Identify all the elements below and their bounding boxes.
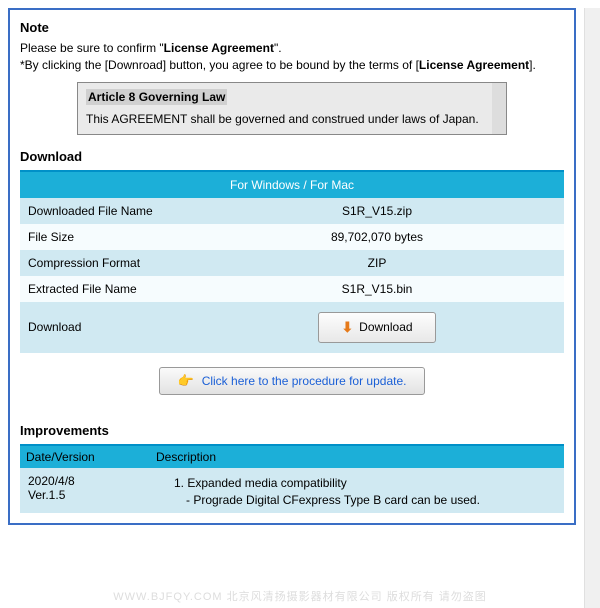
note-section: Note Please be sure to confirm "License … [20, 20, 564, 135]
procedure-row: 👉 Click here to the procedure for update… [20, 353, 564, 409]
download-button[interactable]: ⬇ Download [318, 312, 435, 343]
version-value: Ver.1.5 [28, 488, 142, 502]
row-value: 89,702,070 bytes [190, 224, 564, 250]
improvements-title: Improvements [20, 423, 564, 438]
window-scrollbar[interactable] [584, 8, 600, 608]
improvements-section: Improvements Date/Version Description 20… [20, 423, 564, 513]
row-label: Extracted File Name [20, 276, 190, 302]
download-table: For Windows / For Mac Downloaded File Na… [20, 172, 564, 353]
table-row: File Size 89,702,070 bytes [20, 224, 564, 250]
download-icon: ⬇ [341, 319, 353, 336]
note-line1-pre: Please be sure to confirm " [20, 41, 164, 55]
note-line-2: *By clicking the [Downroad] button, you … [20, 58, 564, 72]
row-label: Compression Format [20, 250, 190, 276]
row-value: ZIP [190, 250, 564, 276]
table-row-download: Download ⬇ Download [20, 302, 564, 353]
note-title: Note [20, 20, 564, 35]
download-cell: ⬇ Download [190, 302, 564, 353]
table-row: Downloaded File Name S1R_V15.zip [20, 198, 564, 224]
desc-item: 1. Expanded media compatibility [174, 474, 556, 493]
download-section: Download For Windows / For Mac Downloade… [20, 149, 564, 409]
procedure-button[interactable]: 👉 Click here to the procedure for update… [159, 367, 426, 395]
row-label: Download [20, 302, 190, 353]
note-line2-pre: *By clicking the [Downroad] button, you … [20, 58, 419, 72]
table-row: Extracted File Name S1R_V15.bin [20, 276, 564, 302]
hand-point-icon: 👉 [178, 373, 194, 389]
table-row: Compression Format ZIP [20, 250, 564, 276]
date-value: 2020/4/8 [28, 474, 142, 488]
col-desc: Description [150, 446, 564, 468]
license-agreement-box[interactable]: Article 8 Governing Law This AGREEMENT s… [77, 82, 507, 135]
content-panel: Note Please be sure to confirm "License … [8, 8, 576, 525]
col-date: Date/Version [20, 446, 150, 468]
note-line-1: Please be sure to confirm "License Agree… [20, 41, 564, 55]
procedure-button-label: Click here to the procedure for update. [202, 374, 407, 388]
improvements-table: Date/Version Description 2020/4/8 Ver.1.… [20, 446, 564, 513]
row-value: S1R_V15.zip [190, 198, 564, 224]
license-body: This AGREEMENT shall be governed and con… [86, 111, 498, 128]
desc-sub: - Prograde Digital CFexpress Type B card… [186, 493, 556, 507]
table-header: For Windows / For Mac [20, 172, 564, 198]
download-button-label: Download [359, 320, 412, 334]
row-label: File Size [20, 224, 190, 250]
note-line2-post: ]. [529, 58, 536, 72]
note-line1-post: ". [274, 41, 282, 55]
license-article-title: Article 8 Governing Law [86, 89, 227, 105]
watermark-text: WWW.BJFQY.COM 北京风清扬摄影器材有限公司 版权所有 请勿盗图 [0, 584, 600, 608]
note-line2-bold: License Agreement [419, 58, 529, 72]
note-line1-bold: License Agreement [164, 41, 274, 55]
table-row: 2020/4/8 Ver.1.5 1. Expanded media compa… [20, 468, 564, 513]
download-title: Download [20, 149, 564, 164]
table-header-row: For Windows / For Mac [20, 172, 564, 198]
table-header-row: Date/Version Description [20, 446, 564, 468]
desc-cell: 1. Expanded media compatibility - Progra… [150, 468, 564, 513]
date-cell: 2020/4/8 Ver.1.5 [20, 468, 150, 513]
row-value: S1R_V15.bin [190, 276, 564, 302]
row-label: Downloaded File Name [20, 198, 190, 224]
license-scrollbar[interactable] [492, 83, 506, 134]
